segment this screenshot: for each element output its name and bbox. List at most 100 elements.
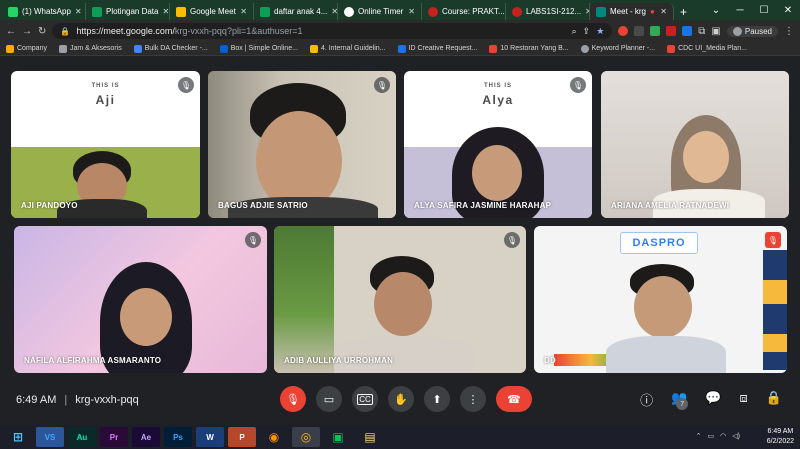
firefox-icon[interactable]: ◉ xyxy=(260,427,288,447)
mic-off-icon: 🎙 xyxy=(570,77,586,93)
tab-google-meet[interactable]: Google Meet ✕ xyxy=(170,3,254,20)
labs-icon xyxy=(512,6,522,17)
taskbar-photoshop[interactable]: Ps xyxy=(164,427,192,447)
taskbar-word[interactable]: W xyxy=(196,427,224,447)
participant-tile[interactable]: THIS IS Aji AJI PANDOYO 🎙 xyxy=(11,71,200,218)
participant-tile[interactable]: ARIANA AMELIA RATNADEWI xyxy=(601,71,789,218)
taskbar-audition[interactable]: Au xyxy=(68,427,96,447)
bookmark-label: CDC UI_Media Plan... xyxy=(678,45,747,52)
tab-labs[interactable]: LABS1SI-212...✕ xyxy=(506,3,590,20)
back-icon[interactable]: ← xyxy=(6,26,16,37)
present-button[interactable]: ⬆ xyxy=(424,386,450,412)
maximize-icon[interactable]: ☐ xyxy=(752,5,776,16)
bookmark-item[interactable]: Bulk DA Checker -... xyxy=(133,44,208,53)
address-bar[interactable]: 🔒 https://meet.google.com/krg-vxxh-pqq?p… xyxy=(52,23,613,39)
tab-whatsapp[interactable]: (1) WhatsApp ✕ xyxy=(2,3,86,20)
bookmark-item[interactable]: 4. Internal Guidelin... xyxy=(309,44,386,53)
close-window-icon[interactable]: ✕ xyxy=(776,5,800,16)
call-controls: 🎙 ▭ CC ✋ ⬆ ⋮ ☎ xyxy=(280,386,532,412)
share-icon[interactable]: ⇪ xyxy=(583,26,591,37)
participant-name: DD xyxy=(544,356,556,365)
tab-label: Meet - krg xyxy=(610,7,647,16)
tab-online-timer[interactable]: Online Timer ✕ xyxy=(338,3,422,20)
meet-control-bar: 6:49 AM | krg-vxxh-pqq 🎙 ▭ CC ✋ ⬆ ⋮ ☎ ⓘ … xyxy=(0,378,800,424)
chrome-icon[interactable]: ◎ xyxy=(292,427,320,447)
extension-grid-icon[interactable] xyxy=(634,26,645,36)
extension-red-icon[interactable] xyxy=(666,26,677,36)
close-icon[interactable]: ✕ xyxy=(240,7,247,16)
taskbar-powerpoint[interactable]: P xyxy=(228,427,256,447)
menu-dots-icon[interactable]: ⋮ xyxy=(784,26,794,37)
taskbar-aftereffects[interactable]: Ae xyxy=(132,427,160,447)
minimize-icon[interactable]: ─ xyxy=(728,5,752,16)
participant-name: AJI PANDOYO xyxy=(21,201,78,210)
bookmark-item[interactable]: 10 Restoran Yang B... xyxy=(489,44,569,53)
tab-search-icon[interactable]: ⌄ xyxy=(704,5,728,16)
daspro-banner: DASPRO xyxy=(620,232,698,254)
wifi-icon[interactable]: ◠ xyxy=(720,432,726,440)
reload-icon[interactable]: ↻ xyxy=(38,26,46,37)
sidepanel-icon[interactable]: ▣ xyxy=(711,26,720,37)
bookmark-item[interactable]: CDC UI_Media Plan... xyxy=(667,44,747,53)
participant-tile[interactable]: NAFILA ALFIRAHMA ASMARANTO 🎙 xyxy=(14,226,267,373)
bookmark-item[interactable]: Box | Simple Online... xyxy=(219,44,298,53)
extension-record-icon[interactable] xyxy=(618,26,629,36)
people-icon[interactable]: 👥7 xyxy=(671,390,689,418)
meeting-code: krg-vxxh-pqq xyxy=(75,394,139,406)
bookmark-item[interactable]: Company xyxy=(6,44,47,53)
close-icon[interactable]: ✕ xyxy=(162,7,169,16)
new-tab-button[interactable]: + xyxy=(674,3,693,20)
close-icon[interactable]: ✕ xyxy=(331,7,337,16)
close-icon[interactable]: ✕ xyxy=(660,7,667,16)
clock[interactable]: 6:49 AM 6/2/2022 xyxy=(767,427,794,447)
participant-tile[interactable]: DASPRO DD 🎙 xyxy=(534,226,787,373)
taskbar-premiere[interactable]: Pr xyxy=(100,427,128,447)
participant-tile[interactable]: ADIB AULLIYA URROHMAN 🎙 xyxy=(274,226,526,373)
sheets-icon xyxy=(260,6,270,17)
tab-plotingan[interactable]: Plotingan Data ✕ xyxy=(86,3,170,20)
taskbar-vscode[interactable]: VS xyxy=(36,427,64,447)
zoom-icon[interactable]: ⌕ xyxy=(572,26,577,37)
mic-toggle-button[interactable]: 🎙 xyxy=(280,386,306,412)
frame-this-is-label: THIS IS xyxy=(483,83,512,89)
recording-dot-icon: ● xyxy=(650,7,655,16)
extension-green-icon[interactable] xyxy=(650,26,661,36)
bookmark-icon xyxy=(397,44,406,53)
raise-hand-button[interactable]: ✋ xyxy=(388,386,414,412)
tab-meet-active[interactable]: Meet - krg ● ✕ xyxy=(590,3,674,20)
file-explorer-icon[interactable]: ▤ xyxy=(356,427,384,447)
activities-icon[interactable]: ⧈ xyxy=(740,390,748,418)
line-icon[interactable]: ▣ xyxy=(324,427,352,447)
mic-off-icon: 🎙 xyxy=(374,77,390,93)
star-icon[interactable]: ★ xyxy=(596,26,604,37)
tray-chevron-icon[interactable]: ⌃ xyxy=(696,432,702,440)
battery-icon[interactable]: ▭ xyxy=(708,432,715,440)
captions-button[interactable]: CC xyxy=(352,386,378,412)
close-icon[interactable]: ✕ xyxy=(75,7,82,16)
extension-blue-icon[interactable] xyxy=(682,26,693,36)
tab-daftar-anak[interactable]: daftar anak 4... ✕ xyxy=(254,3,338,20)
participant-tile[interactable]: BAGUS ADJIE SATRIO 🎙 xyxy=(208,71,396,218)
leave-call-button[interactable]: ☎ xyxy=(496,386,532,412)
chat-icon[interactable]: 💬 xyxy=(705,390,721,418)
host-controls-icon[interactable]: 🔒 xyxy=(766,390,782,418)
participant-name: BAGUS ADJIE SATRIO xyxy=(218,201,308,210)
participant-name: ARIANA AMELIA RATNADEWI xyxy=(611,201,730,210)
extensions-puzzle-icon[interactable]: ⧉ xyxy=(698,26,705,37)
volume-icon[interactable]: ◁) xyxy=(732,432,740,440)
close-icon[interactable]: ✕ xyxy=(408,7,415,16)
start-button[interactable]: ⊞ xyxy=(4,427,32,447)
bookmark-item[interactable]: ID Creative Request... xyxy=(397,44,477,53)
info-icon[interactable]: ⓘ xyxy=(640,390,653,418)
gmail-icon xyxy=(667,44,676,53)
more-options-button[interactable]: ⋮ xyxy=(460,386,486,412)
participant-face xyxy=(634,276,692,338)
participant-tile[interactable]: THIS IS Alya ALYA SAFIRA JASMINE HARAHAP… xyxy=(404,71,592,218)
bookmark-item[interactable]: Jam & Aksesoris xyxy=(58,44,122,53)
tab-course[interactable]: Course: PRAKT...✕ xyxy=(422,3,506,20)
profile-paused-button[interactable]: Paused xyxy=(726,25,778,37)
bookmark-item[interactable]: Keyword Planner -... xyxy=(580,44,655,53)
forward-icon[interactable]: → xyxy=(22,26,32,37)
camera-toggle-button[interactable]: ▭ xyxy=(316,386,342,412)
lock-icon: 🔒 xyxy=(60,26,71,36)
